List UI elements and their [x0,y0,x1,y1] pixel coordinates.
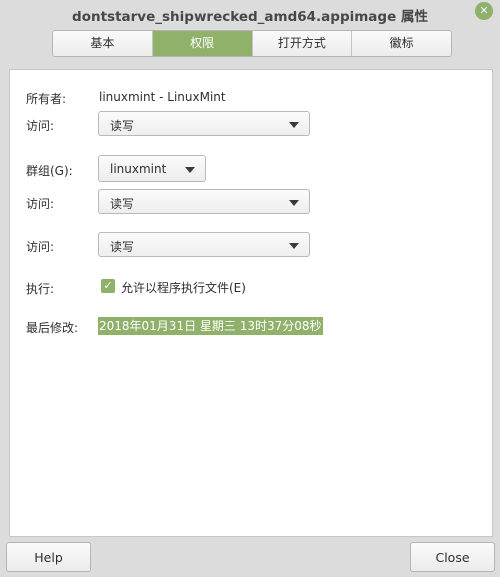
owner-value: linuxmint - LinuxMint [99,90,226,104]
chevron-down-icon [289,243,299,249]
owner-label: 所有者: [26,92,67,106]
execute-checkbox[interactable]: ✓ [101,279,115,293]
window-title: dontstarve_shipwrecked_amd64.appimage 属性 [72,9,428,25]
other-access-label: 访问: [26,240,55,254]
owner-access-label: 访问: [26,119,55,133]
execute-checkbox-label[interactable]: 允许以程序执行文件(E) [121,279,246,296]
tab-bar: 基本 权限 打开方式 徽标 [52,30,452,57]
chevron-down-icon [289,200,299,206]
close-icon[interactable]: ✕ [475,2,493,20]
chevron-down-icon [289,122,299,128]
chevron-down-icon [185,167,195,173]
tab-emblems[interactable]: 徽标 [352,31,451,56]
close-button[interactable]: Close [410,542,495,572]
group-access-value: 读写 [110,197,135,211]
titlebar[interactable]: dontstarve_shipwrecked_amd64.appimage 属性… [0,0,500,30]
group-select[interactable]: linuxmint [98,155,206,182]
tab-open-with[interactable]: 打开方式 [252,31,353,56]
group-value: linuxmint [110,162,167,176]
help-button[interactable]: Help [6,542,91,572]
other-access-select[interactable]: 读写 [98,232,310,257]
other-access-value: 读写 [110,240,135,254]
tab-permissions[interactable]: 权限 [152,31,253,56]
tab-basic[interactable]: 基本 [53,31,153,56]
permissions-panel [9,69,493,537]
owner-access-select[interactable]: 读写 [98,111,310,136]
execute-label: 执行: [26,282,55,296]
modified-value: 2018年01月31日 星期三 13时37分08秒 [98,317,323,335]
group-access-select[interactable]: 读写 [98,189,310,214]
properties-window: dontstarve_shipwrecked_amd64.appimage 属性… [0,0,500,577]
group-label: 群组(G): [26,164,73,178]
owner-access-value: 读写 [110,119,135,133]
modified-label: 最后修改: [26,321,79,335]
group-access-label: 访问: [26,197,55,211]
